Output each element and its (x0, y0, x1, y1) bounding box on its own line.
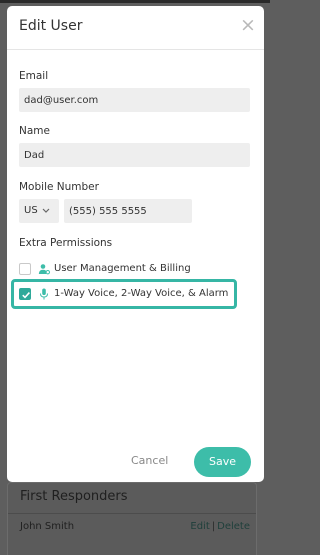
email-field[interactable] (19, 88, 250, 112)
card-title: First Responders (20, 489, 128, 504)
chevron-down-icon (42, 208, 50, 213)
country-code-value: US (24, 205, 38, 216)
microphone-icon (40, 288, 48, 300)
phone-field[interactable] (64, 199, 192, 223)
user-gear-icon (38, 264, 50, 275)
permission-user-management[interactable]: User Management & Billing (19, 261, 239, 279)
email-label: Email (19, 70, 49, 82)
permissions-heading: Extra Permissions (19, 237, 113, 249)
app-top-bar (0, 0, 270, 3)
mobile-label: Mobile Number (19, 181, 99, 193)
country-code-select[interactable]: US (19, 199, 59, 223)
edit-link[interactable]: Edit (190, 521, 209, 532)
permission-voice-alarm[interactable]: 1-Way Voice, 2-Way Voice, & Alarm (19, 286, 239, 304)
cancel-button[interactable]: Cancel (131, 454, 168, 467)
close-button[interactable]: × (238, 15, 258, 35)
first-responders-card: First Responders John Smith Edit | Delete (7, 482, 257, 555)
separator: | (211, 521, 216, 532)
save-button[interactable]: Save (194, 447, 251, 477)
responder-name: John Smith (20, 521, 75, 532)
modal-header: Edit User × (7, 6, 264, 50)
edit-user-modal: Edit User × Email Name Mobile Number US … (7, 6, 264, 482)
user-management-label: User Management & Billing (54, 263, 191, 274)
row-actions: Edit | Delete (190, 521, 250, 532)
checkmark-icon (22, 292, 30, 299)
voice-alarm-label: 1-Way Voice, 2-Way Voice, & Alarm (54, 288, 229, 299)
page: First Responders John Smith Edit | Delete … (0, 0, 270, 555)
name-field[interactable] (19, 143, 250, 167)
divider (8, 513, 256, 514)
delete-link[interactable]: Delete (217, 521, 250, 532)
voice-alarm-checkbox[interactable] (19, 288, 31, 300)
name-label: Name (19, 125, 50, 137)
modal-title: Edit User (19, 18, 83, 34)
user-management-checkbox[interactable] (19, 263, 31, 275)
